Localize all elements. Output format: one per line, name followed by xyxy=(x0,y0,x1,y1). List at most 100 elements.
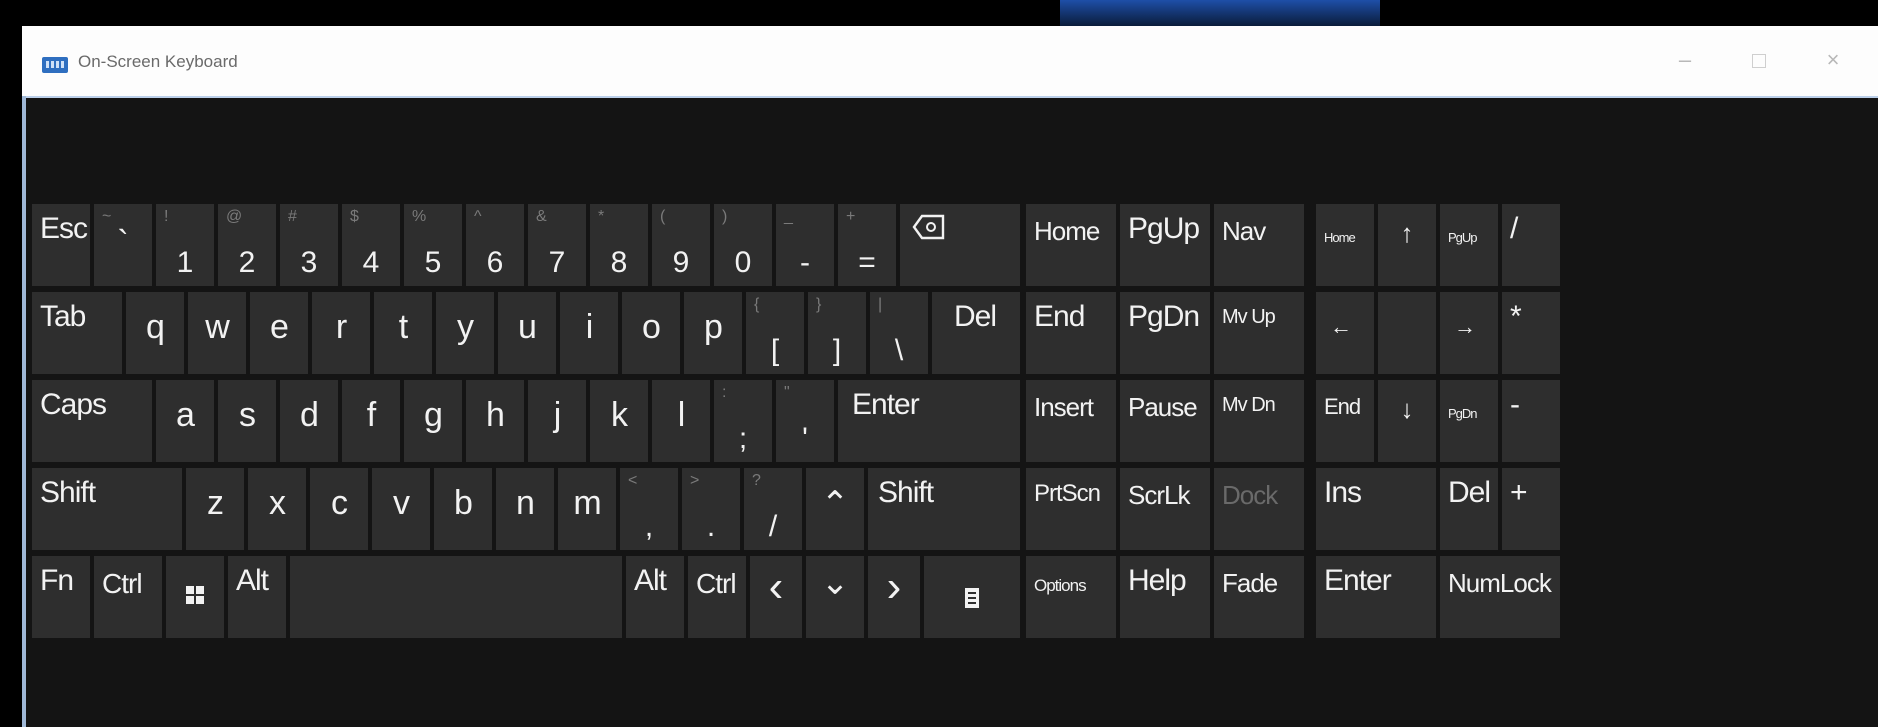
numpad-7[interactable]: Home xyxy=(1316,204,1374,286)
key-semicolon[interactable]: :; xyxy=(714,380,772,462)
numpad-slash[interactable]: / xyxy=(1502,204,1560,286)
key-home[interactable]: Home xyxy=(1026,204,1116,286)
numpad-6[interactable]: → xyxy=(1440,292,1498,374)
key-w[interactable]: w xyxy=(188,292,246,374)
key-menu[interactable] xyxy=(924,556,1020,638)
key-9[interactable]: (9 xyxy=(652,204,710,286)
key-7[interactable]: & 7 xyxy=(528,204,586,286)
numpad-5[interactable] xyxy=(1378,292,1436,374)
key-u[interactable]: u xyxy=(498,292,556,374)
key-ctrl-left[interactable]: Ctrl xyxy=(94,556,162,638)
key-l[interactable]: l xyxy=(652,380,710,462)
key-mv-dn[interactable]: Mv Dn xyxy=(1214,380,1304,462)
key-comma[interactable]: <, xyxy=(620,468,678,550)
key-enter[interactable]: Enter xyxy=(838,380,1020,462)
key-slash[interactable]: ? / xyxy=(744,468,802,550)
key-alt-left[interactable]: Alt xyxy=(228,556,286,638)
key-a[interactable]: a xyxy=(156,380,214,462)
key-backslash[interactable]: | \ xyxy=(870,292,928,374)
numpad-minus[interactable]: - xyxy=(1502,380,1560,462)
key-q[interactable]: q xyxy=(126,292,184,374)
key-t[interactable]: t xyxy=(374,292,432,374)
key-j[interactable]: j xyxy=(528,380,586,462)
key-shift-left[interactable]: Shift xyxy=(32,468,182,550)
key-r[interactable]: r xyxy=(312,292,370,374)
key-4[interactable]: $4 xyxy=(342,204,400,286)
key-p[interactable]: p xyxy=(684,292,742,374)
key-nav[interactable]: Nav xyxy=(1214,204,1304,286)
key-3[interactable]: #3 xyxy=(280,204,338,286)
key-scrlk[interactable]: ScrLk xyxy=(1120,468,1210,550)
key-h[interactable]: h xyxy=(466,380,524,462)
key-windows[interactable] xyxy=(166,556,224,638)
key-0[interactable]: ) 0 xyxy=(714,204,772,286)
key-arrow-right[interactable]: › xyxy=(868,556,920,638)
key-d[interactable]: d xyxy=(280,380,338,462)
key-mv-up[interactable]: Mv Up xyxy=(1214,292,1304,374)
key-backtick[interactable]: ~ ` xyxy=(94,204,152,286)
key-g[interactable]: g xyxy=(404,380,462,462)
key-prtscn[interactable]: PrtScn xyxy=(1026,468,1116,550)
key-esc[interactable]: Esc xyxy=(32,204,90,286)
numpad-4[interactable]: ← xyxy=(1316,292,1374,374)
key-quote[interactable]: " ' xyxy=(776,380,834,462)
key-e[interactable]: e xyxy=(250,292,308,374)
key-1[interactable]: ! 1 xyxy=(156,204,214,286)
key-backspace[interactable] xyxy=(900,204,1020,286)
key-pause[interactable]: Pause xyxy=(1120,380,1210,462)
key-dock[interactable]: Dock xyxy=(1214,468,1304,550)
numpad-star[interactable]: * xyxy=(1502,292,1560,374)
key-8[interactable]: * 8 xyxy=(590,204,648,286)
key-arrow-down[interactable]: ⌃ xyxy=(806,556,864,638)
key-left-bracket[interactable]: {[ xyxy=(746,292,804,374)
key-y[interactable]: y xyxy=(436,292,494,374)
key-o[interactable]: o xyxy=(622,292,680,374)
key-m[interactable]: m xyxy=(558,468,616,550)
key-n[interactable]: n xyxy=(496,468,554,550)
numpad-3[interactable]: PgDn xyxy=(1440,380,1498,462)
key-period[interactable]: >. xyxy=(682,468,740,550)
key-f[interactable]: f xyxy=(342,380,400,462)
key-numlock[interactable]: NumLock xyxy=(1440,556,1560,638)
numpad-0[interactable]: Ins xyxy=(1316,468,1436,550)
numpad-9[interactable]: PgUp xyxy=(1440,204,1498,286)
key-alt-right[interactable]: Alt xyxy=(626,556,684,638)
key-pgup[interactable]: PgUp xyxy=(1120,204,1210,286)
numpad-enter[interactable]: Enter xyxy=(1316,556,1436,638)
key-equals[interactable]: + = xyxy=(838,204,896,286)
numpad-2[interactable]: ↓ xyxy=(1378,380,1436,462)
key-2[interactable]: @2 xyxy=(218,204,276,286)
key-6[interactable]: ^ 6 xyxy=(466,204,524,286)
key-caps[interactable]: Caps xyxy=(32,380,152,462)
maximize-button[interactable] xyxy=(1734,40,1784,80)
close-button[interactable]: × xyxy=(1808,40,1858,80)
key-c[interactable]: c xyxy=(310,468,368,550)
key-arrow-up[interactable]: ⌃ xyxy=(806,468,864,550)
numpad-1[interactable]: End xyxy=(1316,380,1374,462)
key-fn[interactable]: Fn xyxy=(32,556,90,638)
numpad-decimal[interactable]: Del xyxy=(1440,468,1498,550)
numpad-plus[interactable]: + xyxy=(1502,468,1560,550)
key-pgdn[interactable]: PgDn xyxy=(1120,292,1210,374)
key-right-bracket[interactable]: }] xyxy=(808,292,866,374)
key-k[interactable]: k xyxy=(590,380,648,462)
key-end[interactable]: End xyxy=(1026,292,1116,374)
key-s[interactable]: s xyxy=(218,380,276,462)
key-minus[interactable]: _ - xyxy=(776,204,834,286)
key-arrow-left[interactable]: ‹ xyxy=(750,556,802,638)
key-space[interactable] xyxy=(290,556,622,638)
key-del[interactable]: Del xyxy=(932,292,1020,374)
key-fade[interactable]: Fade xyxy=(1214,556,1304,638)
numpad-8[interactable]: ↑ xyxy=(1378,204,1436,286)
key-x[interactable]: x xyxy=(248,468,306,550)
key-insert[interactable]: Insert xyxy=(1026,380,1116,462)
key-i[interactable]: i xyxy=(560,292,618,374)
key-help[interactable]: Help xyxy=(1120,556,1210,638)
key-tab[interactable]: Tab xyxy=(32,292,122,374)
key-options[interactable]: Options xyxy=(1026,556,1116,638)
key-b[interactable]: b xyxy=(434,468,492,550)
minimize-button[interactable]: – xyxy=(1660,40,1710,80)
key-shift-right[interactable]: Shift xyxy=(868,468,1020,550)
key-z[interactable]: z xyxy=(186,468,244,550)
key-v[interactable]: v xyxy=(372,468,430,550)
